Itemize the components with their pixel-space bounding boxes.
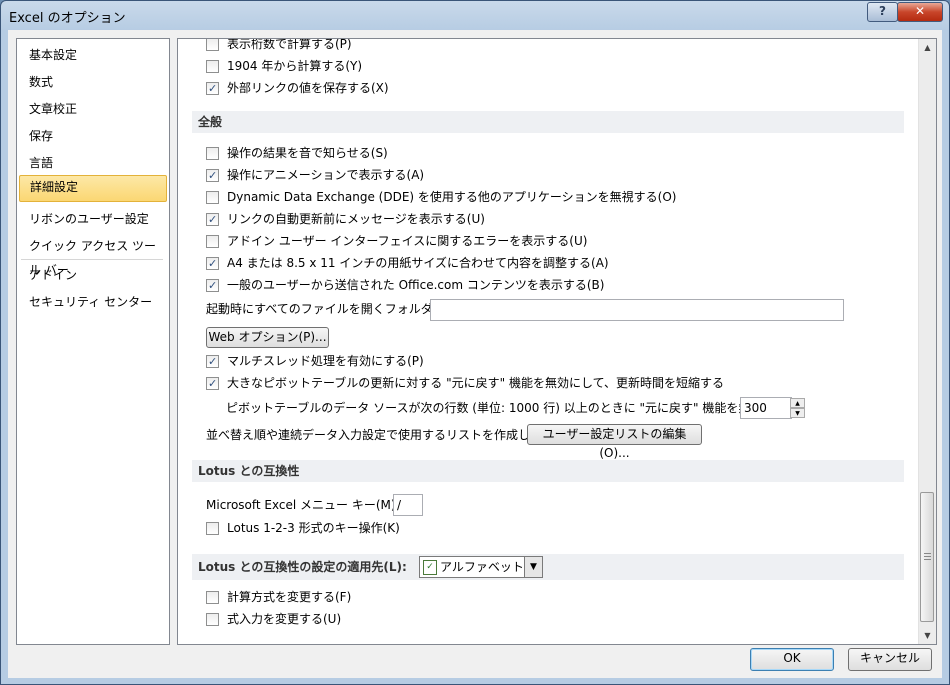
pivot-rows-label: ピボットテーブルのデータ ソースが次の行数 (単位: 1000 行) 以上のとき… — [226, 401, 803, 415]
grip-line — [924, 553, 931, 554]
grip-line — [924, 556, 931, 557]
checkbox[interactable] — [206, 147, 219, 160]
edit-custom-lists-button[interactable]: ユーザー設定リストの編集(O)... — [527, 424, 702, 460]
help-button[interactable]: ? — [867, 2, 898, 22]
sidebar-item-quick-access-toolbar[interactable]: クイック アクセス ツール バー — [19, 234, 167, 277]
sidebar-item-save[interactable]: 保存 — [19, 124, 167, 148]
checkbox[interactable] — [206, 352, 219, 372]
cancel-button[interactable]: キャンセル — [848, 648, 932, 671]
sidebar-item-formulas[interactable]: 数式 — [19, 70, 167, 94]
sheet-selector-value: アルファベット — [440, 560, 524, 574]
ok-button[interactable]: OK — [750, 648, 834, 671]
checkbox[interactable] — [206, 254, 219, 274]
checkbox[interactable] — [206, 522, 219, 535]
sidebar-item-customize-ribbon[interactable]: リボンのユーザー設定 — [19, 207, 167, 231]
checkbox[interactable] — [206, 60, 219, 73]
sidebar-item-addins[interactable]: アドイン — [19, 263, 167, 287]
window-title: Excel のオプション — [9, 11, 126, 26]
options-content: 表示桁数で計算する(P) 1904 年から計算する(Y) 外部リンクの値を保存す… — [177, 38, 937, 645]
scroll-up-icon[interactable]: ▲ — [919, 39, 936, 56]
spin-down-icon[interactable]: ▼ — [790, 408, 805, 418]
checkbox[interactable] — [206, 166, 219, 186]
startup-folder-input[interactable] — [430, 299, 844, 321]
category-sidebar: 基本設定 数式 文章校正 保存 言語 詳細設定 リボンのユーザー設定 クイック … — [16, 38, 170, 645]
pivot-rows-input[interactable]: 300 — [740, 397, 792, 419]
checkbox[interactable] — [206, 591, 219, 604]
grip-line — [924, 559, 931, 560]
lotus-settings-label: Lotus との互換性の設定の適用先(L): — [198, 560, 407, 574]
pivot-rows-spinner[interactable]: ▲ ▼ — [790, 398, 805, 418]
sidebar-item-proofing[interactable]: 文章校正 — [19, 97, 167, 121]
checkbox[interactable] — [206, 191, 219, 204]
checkbox[interactable] — [206, 79, 219, 99]
menu-key-label: Microsoft Excel メニュー キー(M): — [206, 498, 400, 512]
spin-up-icon[interactable]: ▲ — [790, 398, 805, 408]
checkbox[interactable] — [206, 235, 219, 248]
checkbox[interactable] — [206, 276, 219, 296]
sort-list-label: 並べ替え順や連続データ入力設定で使用するリストを作成します: — [206, 428, 559, 442]
scroll-down-icon[interactable]: ▼ — [919, 627, 936, 644]
section-header-lotus: Lotus との互換性 — [192, 460, 904, 482]
sidebar-item-general[interactable]: 基本設定 — [19, 43, 167, 67]
web-options-button[interactable]: Web オプション(P)... — [206, 327, 329, 348]
menu-key-input[interactable]: / — [393, 494, 423, 516]
section-header-lotus-settings: Lotus との互換性の設定の適用先(L): — [192, 554, 904, 580]
sidebar-item-language[interactable]: 言語 — [19, 151, 167, 175]
checkbox[interactable] — [206, 39, 219, 51]
worksheet-icon: ✓ — [423, 560, 437, 575]
sheet-selector-dropdown[interactable]: ✓ アルファベット ▼ — [419, 556, 543, 578]
checkbox[interactable] — [206, 374, 219, 394]
title-bar: Excel のオプション ? ✕ — [1, 1, 949, 29]
chevron-down-icon[interactable]: ▼ — [524, 557, 542, 577]
section-header-general: 全般 — [192, 111, 904, 133]
checkbox[interactable] — [206, 210, 219, 230]
startup-folder-label: 起動時にすべてのファイルを開くフォルダー(L): — [206, 302, 465, 316]
excel-options-window: Excel のオプション ? ✕ 基本設定 数式 文章校正 保存 言語 詳細設定… — [0, 0, 950, 685]
dialog-client: 基本設定 数式 文章校正 保存 言語 詳細設定 リボンのユーザー設定 クイック … — [8, 30, 942, 678]
sidebar-item-advanced[interactable]: 詳細設定 — [19, 175, 167, 202]
sidebar-divider — [21, 259, 163, 260]
content-scrollbar[interactable]: ▲ ▼ — [918, 39, 936, 644]
sidebar-item-trust-center[interactable]: セキュリティ センター — [19, 290, 167, 314]
close-button[interactable]: ✕ — [897, 2, 943, 22]
checkbox[interactable] — [206, 613, 219, 626]
scrollbar-thumb[interactable] — [920, 492, 934, 622]
